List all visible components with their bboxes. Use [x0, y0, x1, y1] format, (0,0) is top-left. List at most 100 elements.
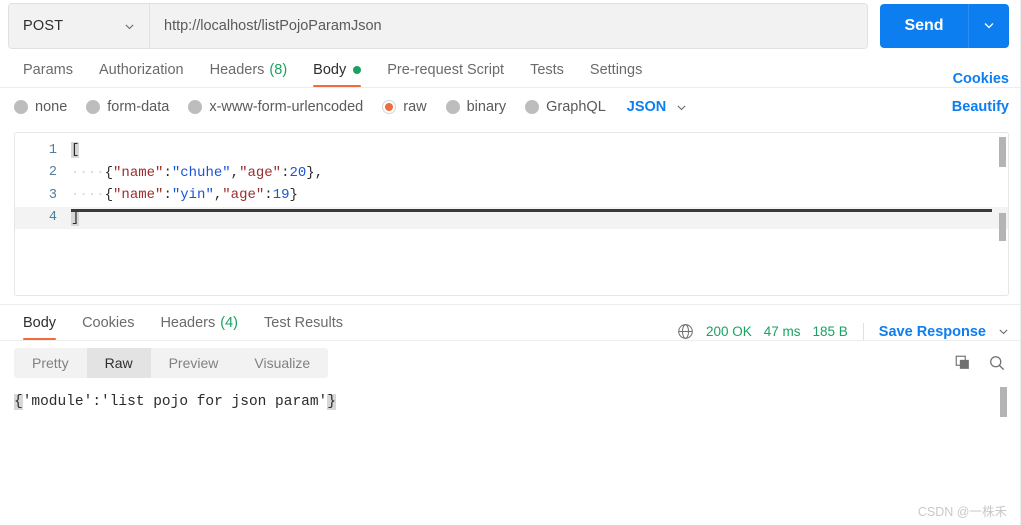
headers-count: (8) [269, 62, 288, 78]
json-string: "yin" [171, 187, 214, 204]
send-button[interactable]: Send [880, 4, 968, 48]
response-vertical-scrollbar[interactable] [1000, 387, 1007, 473]
radio-icon [445, 100, 460, 114]
json-bracket: ] [71, 209, 80, 226]
code-line[interactable]: 3 ····{"name":"yin","age":19} [15, 184, 1008, 207]
beautify-button[interactable]: Beautify [952, 99, 1009, 115]
json-comma: , [230, 164, 240, 181]
tab-label: Test Results [264, 315, 343, 331]
scrollbar-thumb-lower[interactable] [999, 213, 1006, 241]
response-brace-close: } [327, 394, 336, 410]
json-colon: : [163, 187, 172, 204]
json-key: "age" [239, 164, 282, 181]
response-status-group: 200 OK 47 ms 185 B Save Response [677, 323, 1009, 340]
search-icon[interactable] [985, 351, 1009, 375]
body-type-urlencoded[interactable]: x-www-form-urlencoded [188, 99, 363, 115]
chevron-down-icon [983, 18, 995, 34]
radio-selected-icon [382, 100, 397, 114]
globe-icon [677, 323, 694, 340]
tab-settings[interactable]: Settings [577, 53, 655, 87]
body-type-form-data[interactable]: form-data [86, 99, 169, 115]
response-tab-test-results[interactable]: Test Results [251, 306, 356, 340]
json-comma: , [314, 164, 324, 181]
response-time: 47 ms [763, 324, 801, 339]
json-key: "name" [113, 187, 164, 204]
chevron-down-icon [124, 21, 135, 32]
tab-pre-request-script[interactable]: Pre-request Script [374, 53, 517, 87]
tab-label: Settings [589, 62, 643, 78]
line-number: 3 [48, 187, 57, 203]
tab-body[interactable]: Body [300, 53, 374, 87]
request-tabs: Params Authorization Headers (8) Body Pr… [0, 52, 1021, 88]
tab-params[interactable]: Params [10, 53, 86, 87]
raw-format-label: JSON [626, 99, 667, 115]
scrollbar-thumb-upper[interactable] [999, 137, 1006, 167]
json-comma: , [213, 187, 223, 204]
json-string: "chuhe" [171, 164, 231, 181]
response-tabs: Body Cookies Headers (4) Test Results 20… [0, 305, 1021, 341]
view-mode-raw[interactable]: Raw [86, 348, 151, 378]
line-content: ····{"name":"yin","age":19} [71, 187, 298, 203]
request-body-editor-wrap: 1 [ 2 ····{"name":"chuhe","age":20}, 3 ·… [0, 126, 1021, 296]
response-tab-cookies[interactable]: Cookies [69, 306, 147, 340]
request-url-bar: POST http://localhost/listPojoParamJson … [0, 0, 1021, 52]
editor-horizontal-scrollbar[interactable] [71, 209, 992, 212]
radio-icon [188, 100, 203, 114]
radio-icon [86, 100, 101, 114]
response-brace-open: { [14, 394, 23, 410]
tab-label: Tests [530, 62, 564, 78]
tab-tests[interactable]: Tests [517, 53, 577, 87]
divider [862, 323, 864, 340]
body-type-graphql[interactable]: GraphQL [525, 99, 606, 115]
json-number: 19 [272, 187, 290, 204]
response-body-panel[interactable]: {'module':'list pojo for json param'} [0, 385, 1021, 473]
json-brace-close: } [306, 164, 315, 181]
response-tab-headers[interactable]: Headers (4) [147, 306, 251, 340]
json-colon: : [163, 164, 172, 181]
response-size: 185 B [812, 324, 848, 339]
tab-headers[interactable]: Headers (8) [197, 53, 301, 87]
csdn-watermark: CSDN @一株禾 [917, 505, 1007, 519]
code-line[interactable]: 1 [ [15, 139, 1008, 162]
raw-format-dropdown[interactable]: JSON [627, 99, 688, 115]
body-type-none[interactable]: none [14, 99, 67, 115]
line-content: ] [71, 209, 80, 226]
send-options-caret[interactable] [968, 4, 1009, 48]
status-code: 200 OK [705, 324, 752, 339]
code-lines: 1 [ 2 ····{"name":"chuhe","age":20}, 3 ·… [15, 133, 1008, 229]
body-type-binary[interactable]: binary [445, 99, 506, 115]
view-mode-preview[interactable]: Preview [151, 348, 237, 378]
chevron-down-icon[interactable] [998, 326, 1009, 337]
body-type-row: none form-data x-www-form-urlencoded raw… [0, 88, 1021, 126]
body-type-label: none [35, 99, 68, 115]
save-response-button[interactable]: Save Response [879, 324, 986, 340]
editor-vertical-scrollbar[interactable] [999, 137, 1006, 291]
response-view-row: Pretty Raw Preview Visualize [0, 341, 1021, 385]
tab-authorization[interactable]: Authorization [86, 53, 197, 87]
view-mode-pretty[interactable]: Pretty [14, 348, 87, 378]
body-modified-dot-icon [353, 66, 362, 74]
copy-icon[interactable] [951, 351, 975, 375]
tab-label: Body [23, 315, 57, 331]
json-brace-close: } [289, 187, 298, 204]
request-body-editor[interactable]: 1 [ 2 ····{"name":"chuhe","age":20}, 3 ·… [14, 132, 1009, 296]
tab-label: Headers [160, 315, 216, 331]
http-method-dropdown[interactable]: POST [9, 4, 150, 48]
tab-label: Headers [209, 62, 265, 78]
response-tab-body[interactable]: Body [10, 306, 69, 340]
body-type-label: GraphQL [546, 99, 606, 115]
scrollbar-thumb[interactable] [1000, 387, 1007, 417]
tab-label: Cookies [82, 315, 135, 331]
radio-icon [525, 100, 540, 114]
body-type-raw[interactable]: raw [382, 99, 427, 115]
send-button-group: Send [880, 4, 1009, 48]
request-url-input[interactable]: http://localhost/listPojoParamJson [150, 4, 867, 48]
cookies-link[interactable]: Cookies [953, 71, 1009, 87]
view-mode-visualize[interactable]: Visualize [236, 348, 328, 378]
http-method-label: POST [23, 18, 64, 34]
radio-icon [14, 100, 28, 114]
code-line[interactable]: 2 ····{"name":"chuhe","age":20}, [15, 162, 1008, 185]
line-number: 1 [48, 142, 57, 158]
tab-label: Params [23, 62, 73, 78]
json-key: "name" [113, 164, 164, 181]
